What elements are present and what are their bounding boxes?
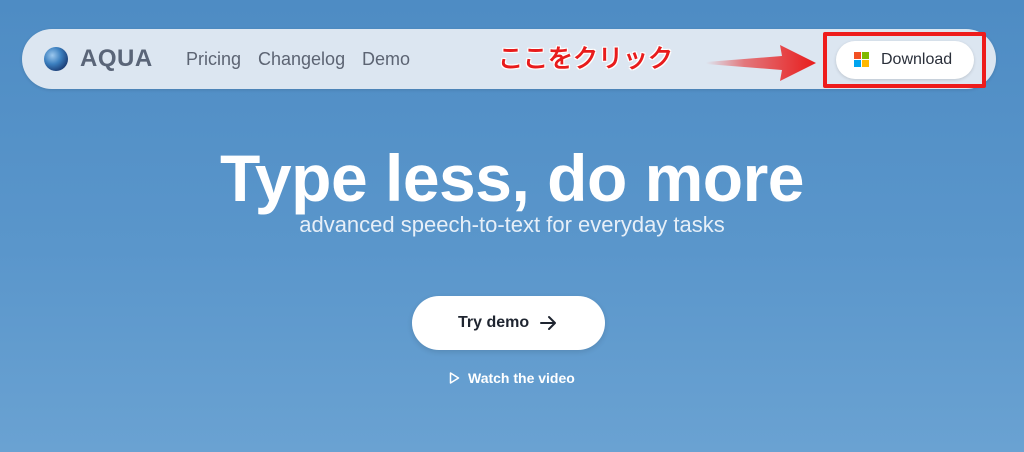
nav-link-pricing[interactable]: Pricing [186, 48, 241, 70]
nav-link-changelog[interactable]: Changelog [258, 48, 345, 70]
nav-link-demo[interactable]: Demo [362, 48, 410, 70]
try-demo-label: Try demo [458, 314, 530, 331]
try-demo-button[interactable]: Try demo [412, 296, 605, 350]
annotation-click-here: ここをクリック [498, 45, 674, 73]
arrow-right-icon [540, 316, 556, 330]
brand-name[interactable]: AQUA [80, 44, 153, 74]
hero-subheadline: advanced speech-to-text for everyday tas… [299, 212, 725, 237]
aqua-logo-icon[interactable] [44, 47, 68, 71]
watch-video-label: Watch the video [468, 370, 575, 386]
annotation-arrow-icon [706, 45, 816, 81]
download-button-label: Download [881, 51, 953, 68]
hero-headline: Type less, do more [220, 141, 804, 215]
windows-logo-icon [854, 52, 870, 68]
play-icon [449, 372, 460, 384]
download-button[interactable]: Download [836, 41, 974, 79]
